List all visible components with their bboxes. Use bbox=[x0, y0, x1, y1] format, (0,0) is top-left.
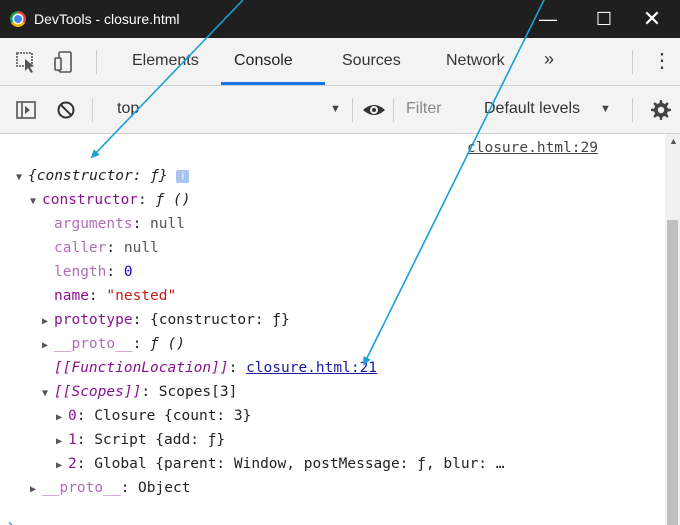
property-key: name bbox=[54, 288, 89, 304]
tab-elements[interactable]: Elements bbox=[132, 52, 199, 70]
property-row: name: "nested" bbox=[54, 288, 177, 304]
property-row: [[FunctionLocation]]: closure.html:21 bbox=[54, 360, 378, 376]
console-scrollbar[interactable]: ▲ bbox=[665, 134, 680, 525]
scope-value: Closure {count: 3} bbox=[94, 408, 252, 424]
property-value: 0 bbox=[123, 264, 133, 280]
property-value: "nested" bbox=[106, 288, 177, 304]
property-row: arguments: null bbox=[54, 216, 185, 232]
kebab-menu-button[interactable]: ⋮ bbox=[652, 48, 672, 73]
console-toolbar: top ▼ Filter Default levels ▼ bbox=[0, 86, 680, 134]
scope-index: 1 bbox=[68, 432, 77, 448]
window-titlebar: DevTools - closure.html — ☐ ✕ bbox=[0, 0, 680, 38]
expanded-triangle-icon[interactable]: ▼ bbox=[16, 172, 28, 183]
tab-console[interactable]: Console bbox=[234, 52, 293, 70]
property-row[interactable]: ▶ prototype: {constructor: ƒ} bbox=[42, 312, 290, 328]
property-key: arguments bbox=[54, 216, 133, 232]
property-value: null bbox=[150, 216, 185, 232]
console-prompt-icon[interactable]: › bbox=[6, 517, 14, 525]
scope-value: Script {add: ƒ} bbox=[94, 432, 226, 448]
log-levels-dropdown[interactable]: Default levels bbox=[484, 100, 580, 118]
toolbar-divider bbox=[92, 98, 93, 122]
chrome-logo-icon bbox=[10, 11, 26, 27]
expanded-triangle-icon[interactable]: ▼ bbox=[30, 196, 42, 207]
source-link[interactable]: closure.html:29 bbox=[467, 140, 598, 156]
console-output: closure.html:29 ▼ {constructor: ƒ} i ▼ con… bbox=[0, 134, 665, 525]
scope-row[interactable]: ▶ 2: Global {parent: Window, postMessage:… bbox=[56, 456, 505, 472]
toolbar-divider-2 bbox=[352, 98, 353, 122]
minimize-button[interactable]: — bbox=[520, 0, 576, 38]
active-tab-indicator bbox=[221, 82, 325, 85]
property-row[interactable]: ▶ __proto__: ƒ () bbox=[42, 336, 185, 352]
property-row[interactable]: ▼ [[Scopes]]: Scopes[3] bbox=[42, 384, 237, 400]
tabbar-divider bbox=[96, 50, 97, 74]
property-value: Object bbox=[138, 480, 191, 496]
property-key: __proto__ bbox=[54, 336, 133, 352]
property-value: Scopes[3] bbox=[158, 384, 238, 400]
tabbar-divider-right bbox=[632, 50, 633, 74]
collapsed-triangle-icon[interactable]: ▶ bbox=[42, 316, 54, 327]
property-key: prototype bbox=[54, 312, 133, 328]
sidebar-toggle-icon[interactable] bbox=[14, 98, 40, 122]
collapsed-triangle-icon[interactable]: ▶ bbox=[56, 460, 68, 471]
scope-index: 0 bbox=[68, 408, 77, 424]
tab-sources[interactable]: Sources bbox=[342, 52, 401, 70]
scope-row[interactable]: ▶ 1: Script {add: ƒ} bbox=[56, 432, 225, 448]
property-row[interactable]: ▶ __proto__: Object bbox=[30, 480, 190, 496]
scrollbar-thumb[interactable] bbox=[667, 220, 678, 525]
object-row[interactable]: ▼ {constructor: ƒ} i bbox=[16, 168, 190, 184]
toolbar-divider-3 bbox=[393, 98, 394, 122]
property-row[interactable]: ▼ constructor: ƒ () bbox=[30, 192, 190, 208]
property-row: caller: null bbox=[54, 240, 159, 256]
property-value: {constructor: ƒ} bbox=[150, 312, 290, 328]
collapsed-triangle-icon[interactable]: ▶ bbox=[56, 436, 68, 447]
object-preview: {constructor: ƒ} bbox=[28, 168, 168, 184]
devtools-tabbar: Elements Console Sources Network » ⋮ bbox=[0, 38, 680, 86]
property-value: ƒ () bbox=[150, 336, 185, 352]
property-key: [[Scopes]] bbox=[54, 384, 142, 400]
window-title: DevTools - closure.html bbox=[34, 11, 180, 27]
property-key: length bbox=[54, 264, 107, 280]
eye-icon[interactable] bbox=[361, 98, 387, 122]
property-key: caller bbox=[54, 240, 107, 256]
inspect-element-icon[interactable] bbox=[14, 50, 40, 74]
levels-dropdown-arrow-icon[interactable]: ▼ bbox=[600, 103, 611, 115]
property-value: null bbox=[123, 240, 159, 256]
scope-index: 2 bbox=[68, 456, 77, 472]
close-button[interactable]: ✕ bbox=[624, 0, 680, 38]
collapsed-triangle-icon[interactable]: ▶ bbox=[42, 340, 54, 351]
function-location-link[interactable]: closure.html:21 bbox=[246, 360, 377, 376]
scope-row[interactable]: ▶ 0: Closure {count: 3} bbox=[56, 408, 251, 424]
info-badge-icon[interactable]: i bbox=[176, 170, 190, 183]
filter-input[interactable]: Filter bbox=[406, 100, 442, 118]
tab-network[interactable]: Network bbox=[446, 52, 505, 70]
context-dropdown-arrow-icon[interactable]: ▼ bbox=[330, 103, 341, 115]
property-value: ƒ () bbox=[155, 192, 191, 208]
device-toolbar-icon[interactable] bbox=[52, 50, 78, 74]
more-tabs-button[interactable]: » bbox=[544, 49, 554, 70]
toolbar-divider-4 bbox=[632, 98, 633, 122]
context-selector[interactable]: top bbox=[117, 100, 139, 118]
property-key: __proto__ bbox=[42, 480, 121, 496]
expanded-triangle-icon[interactable]: ▼ bbox=[42, 388, 54, 399]
property-row: length: 0 bbox=[54, 264, 133, 280]
gear-icon[interactable] bbox=[648, 98, 672, 122]
scope-value: Global {parent: Window, postMessage: ƒ, … bbox=[94, 456, 505, 472]
clear-console-icon[interactable] bbox=[54, 98, 80, 122]
property-key: constructor bbox=[42, 192, 139, 208]
property-key: [[FunctionLocation]] bbox=[54, 360, 229, 376]
collapsed-triangle-icon[interactable]: ▶ bbox=[30, 484, 42, 495]
scroll-up-arrow-icon[interactable]: ▲ bbox=[669, 136, 678, 146]
collapsed-triangle-icon[interactable]: ▶ bbox=[56, 412, 68, 423]
